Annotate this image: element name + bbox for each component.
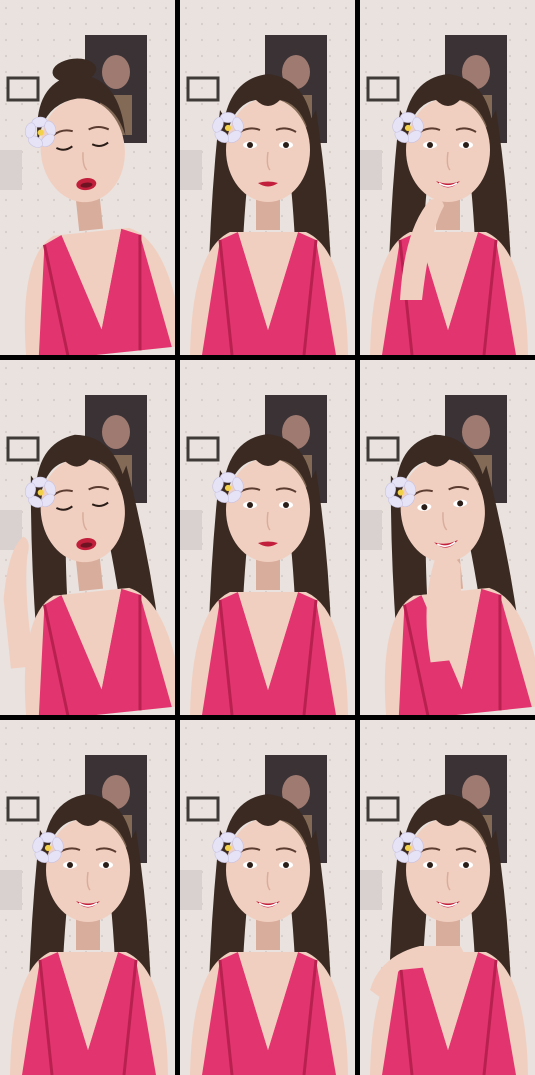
portrait-illustration [360,0,535,355]
photo-frame-5 [180,360,355,715]
portrait-illustration [360,720,535,1075]
portrait-illustration [0,720,175,1075]
bookshelf [360,150,382,190]
bookshelf [0,870,22,910]
photo-frame-9 [360,720,535,1075]
photo-frame-6 [360,360,535,715]
bookshelf [180,510,202,550]
bookshelf [180,150,202,190]
portrait-illustration [180,720,355,1075]
portrait-illustration [0,360,175,715]
photo-frame-2 [180,0,355,355]
bookshelf [360,870,382,910]
photo-frame-7 [0,720,175,1075]
portrait-illustration [0,0,175,355]
bookshelf [360,510,382,550]
photo-frame-8 [180,720,355,1075]
photo-frame-1 [0,0,175,355]
portrait-illustration [360,360,535,715]
photo-frame-3 [360,0,535,355]
bookshelf [180,870,202,910]
bookshelf [0,150,22,190]
photo-frame-4 [0,360,175,715]
portrait-illustration [180,0,355,355]
photo-grid [0,0,535,1075]
portrait-illustration [180,360,355,715]
